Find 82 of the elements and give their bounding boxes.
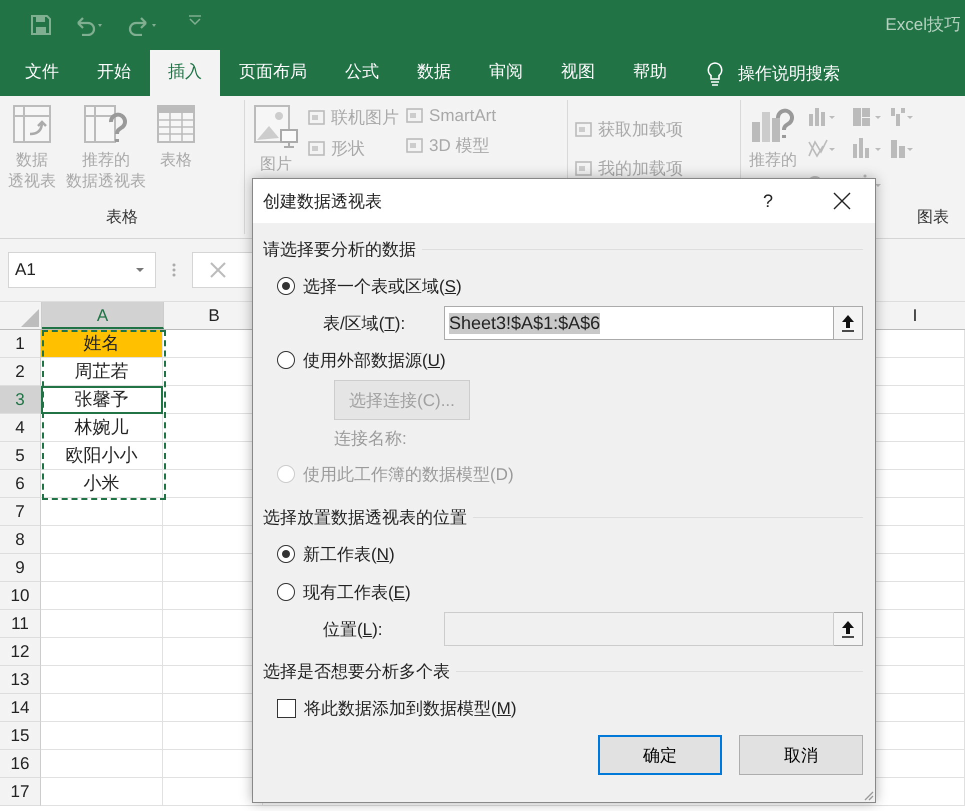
row-header[interactable]: 5 <box>0 442 41 470</box>
dropdown-caret-icon <box>135 267 145 273</box>
window-title: Excel技巧 <box>885 14 961 36</box>
radio-label[interactable]: 选择一个表或区域(S) <box>303 274 462 298</box>
row-header[interactable]: 16 <box>0 750 41 778</box>
ribbon-tab[interactable]: 公式 <box>326 50 398 96</box>
group-label: 图表 <box>916 208 950 228</box>
table-cell: 周芷若 <box>41 358 163 386</box>
help-button[interactable]: ? <box>762 190 773 212</box>
radio-button[interactable] <box>277 583 295 601</box>
resize-grip-icon[interactable] <box>862 789 874 801</box>
connection-name-label: 连接名称: <box>334 428 407 450</box>
section-heading: 请选择要分析的数据 <box>263 238 416 260</box>
command-icon <box>574 120 594 140</box>
row-header[interactable]: 8 <box>0 526 41 554</box>
dialog-button[interactable]: 确定 <box>598 735 722 775</box>
section-heading: 选择是否想要分析多个表 <box>263 660 450 682</box>
picture-icon <box>253 104 299 148</box>
checkbox-label[interactable]: 将此数据添加到数据模型(M) <box>304 696 517 720</box>
radio-label[interactable]: 使用外部数据源(U) <box>303 348 446 372</box>
table-cell: 林婉儿 <box>41 414 163 442</box>
command-icon <box>307 108 327 128</box>
row-header[interactable]: 7 <box>0 498 41 526</box>
row-header[interactable]: 9 <box>0 554 41 582</box>
dialog-button[interactable]: 取消 <box>739 735 863 775</box>
row-header[interactable]: 12 <box>0 638 41 666</box>
section-heading: 选择放置数据透视表的位置 <box>263 506 467 528</box>
table-cell: 张馨予 <box>41 386 163 414</box>
ribbon-tab[interactable]: 数据 <box>398 50 470 96</box>
group-label: 表格 <box>105 208 139 228</box>
collapse-dialog-button[interactable] <box>834 306 863 340</box>
row-header[interactable]: 14 <box>0 694 41 722</box>
ribbon-tab[interactable]: 页面布局 <box>220 50 326 96</box>
row-header[interactable]: 13 <box>0 666 41 694</box>
row-header[interactable]: 15 <box>0 722 41 750</box>
collapse-dialog-button[interactable] <box>834 612 863 646</box>
up-arrow-icon <box>841 620 855 638</box>
radio-button[interactable] <box>277 277 295 295</box>
tell-me-search[interactable]: 操作说明搜索 <box>738 52 840 96</box>
radio-label[interactable]: 新工作表(N) <box>303 542 395 566</box>
row-header[interactable]: 2 <box>0 358 41 386</box>
radio-button[interactable] <box>277 545 295 563</box>
field-label: 位置(L): <box>323 618 384 640</box>
ribbon-tab[interactable]: 帮助 <box>614 50 686 96</box>
command-icon <box>574 158 594 178</box>
table-cell: 姓名 <box>41 330 163 358</box>
checkbox[interactable] <box>277 698 296 718</box>
column-header[interactable]: A <box>42 302 164 329</box>
row-header[interactable]: 4 <box>0 414 41 442</box>
range-field[interactable]: Sheet3!$A$1:$A$6 <box>444 306 834 340</box>
table-cell: 欧阳小小 <box>41 442 163 470</box>
radio-button[interactable] <box>277 351 295 369</box>
pivot-table-icon <box>12 104 52 144</box>
lightbulb-icon <box>706 61 724 87</box>
row-header[interactable]: 3 <box>0 386 41 414</box>
command-icon <box>405 136 425 156</box>
command-icon <box>307 138 327 158</box>
row-header[interactable]: 6 <box>0 470 41 498</box>
row-header[interactable]: 1 <box>0 330 41 358</box>
radio-label[interactable]: 现有工作表(E) <box>303 580 411 604</box>
select-all-corner-icon[interactable] <box>19 307 41 329</box>
recommended-pivot-icon <box>83 104 129 144</box>
field-label: 表/区域(T): <box>323 312 406 334</box>
save-icon[interactable] <box>30 14 52 36</box>
cancel-icon[interactable] <box>209 261 227 279</box>
grip-icon <box>172 262 176 278</box>
table-icon <box>156 104 196 144</box>
row-header[interactable]: 11 <box>0 610 41 638</box>
ribbon-tab[interactable]: 开始 <box>78 50 150 96</box>
dialog-title: 创建数据透视表 <box>263 190 382 212</box>
ribbon-tab[interactable]: 审阅 <box>470 50 542 96</box>
command-icon <box>405 106 425 126</box>
close-icon[interactable] <box>833 192 851 210</box>
ribbon-tab[interactable]: 视图 <box>542 50 614 96</box>
row-header[interactable]: 10 <box>0 582 41 610</box>
ribbon-tab[interactable]: 文件 <box>6 50 78 96</box>
ribbon-tab[interactable]: 插入 <box>150 50 220 96</box>
up-arrow-icon <box>841 314 855 332</box>
customize-caret-icon[interactable] <box>187 14 203 26</box>
name-box[interactable]: A1 <box>8 252 156 288</box>
row-header[interactable]: 17 <box>0 778 41 806</box>
table-cell: 小米 <box>41 470 163 498</box>
